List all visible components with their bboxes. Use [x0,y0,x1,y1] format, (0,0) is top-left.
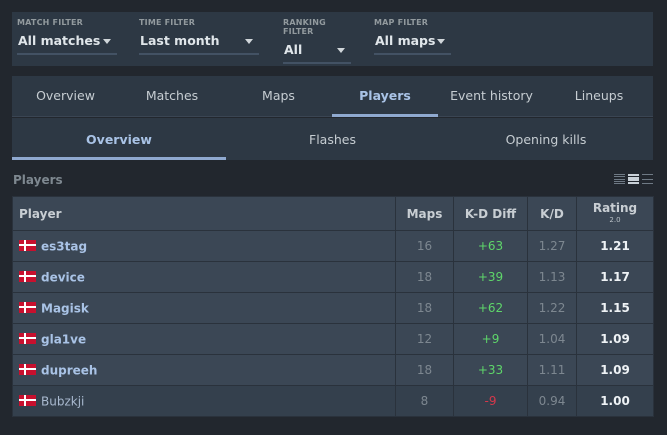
denmark-flag-icon [19,363,36,375]
player-link[interactable]: gla1ve [41,332,86,346]
time-filter-select[interactable]: Last month [139,31,259,55]
players-table: Player Maps K-D Diff K/D Rating 2.0 es3t… [12,196,654,417]
tab-matches[interactable]: Matches [119,76,225,116]
map-filter-label: MAP FILTER [374,18,429,27]
compact-list-icon[interactable] [614,174,625,184]
kd-diff-cell: -9 [453,385,528,417]
maps-cell: 18 [395,354,454,386]
sub-tabs: Overview Flashes Opening kills [12,118,653,160]
table-row: Bubzkji 8 -9 0.94 1.00 [12,385,654,417]
kd-cell: 1.27 [527,230,577,262]
tab-players[interactable]: Players [332,76,438,117]
kd-diff-cell: +63 [453,230,528,262]
match-filter-value: All matches [18,33,101,48]
denmark-flag-icon [19,332,36,344]
player-cell: gla1ve [12,323,396,355]
player-cell: es3tag [12,230,396,262]
rating-cell: 1.09 [576,354,654,386]
time-filter-value: Last month [140,33,220,48]
player-link[interactable]: device [41,270,85,284]
kd-diff-cell: +62 [453,292,528,324]
time-filter-label: TIME FILTER [139,18,196,27]
rating-cell: 1.09 [576,323,654,355]
player-link[interactable]: Magisk [41,301,89,315]
subtab-flashes[interactable]: Flashes [226,118,439,160]
maps-cell: 18 [395,261,454,293]
maps-cell: 12 [395,323,454,355]
header-rating-label: Rating [592,200,638,215]
match-filter-select[interactable]: All matches [17,31,117,55]
maps-cell: 16 [395,230,454,262]
maps-cell: 18 [395,292,454,324]
map-filter-select[interactable]: All maps [374,31,451,55]
player-cell: Bubzkji [12,385,396,417]
main-tabs: Overview Matches Maps Players Event hist… [12,76,653,117]
expanded-list-icon[interactable] [642,174,653,184]
denmark-flag-icon [19,394,36,406]
header-maps[interactable]: Maps [395,196,454,231]
time-filter[interactable]: TIME FILTER Last month [139,18,259,55]
kd-cell: 1.11 [527,354,577,386]
player-cell: device [12,261,396,293]
denmark-flag-icon [19,239,36,251]
player-cell: dupreeh [12,354,396,386]
section-title: Players [13,173,63,187]
player-link[interactable]: es3tag [41,239,87,253]
table-row: gla1ve 12 +9 1.04 1.09 [12,323,654,355]
rating-cell: 1.21 [576,230,654,262]
list-icon[interactable] [628,174,639,184]
kd-diff-cell: +39 [453,261,528,293]
view-toggle [614,174,653,184]
chevron-down-icon [337,48,345,53]
player-cell: Magisk [12,292,396,324]
tab-lineups[interactable]: Lineups [545,76,653,116]
rating-cell: 1.00 [576,385,654,417]
chevron-down-icon [245,39,253,44]
tab-event-history[interactable]: Event history [438,76,545,116]
ranking-filter-value: All [284,42,303,57]
table-row: Magisk 18 +62 1.22 1.15 [12,292,654,324]
player-link[interactable]: Bubzkji [41,394,84,408]
chevron-down-icon [437,39,445,44]
table-row: device 18 +39 1.13 1.17 [12,261,654,293]
map-filter-value: All maps [375,33,436,48]
header-rating-version: 2.0 [609,215,621,224]
filter-bar: MATCH FILTER All matches TIME FILTER Las… [12,12,653,66]
kd-cell: 1.22 [527,292,577,324]
rating-cell: 1.17 [576,261,654,293]
kd-diff-cell: +33 [453,354,528,386]
table-row: es3tag 16 +63 1.27 1.21 [12,230,654,262]
ranking-filter[interactable]: RANKING FILTER All [283,18,351,64]
map-filter[interactable]: MAP FILTER All maps [374,18,451,55]
table-header: Player Maps K-D Diff K/D Rating 2.0 [12,196,654,231]
rating-cell: 1.15 [576,292,654,324]
match-filter[interactable]: MATCH FILTER All matches [17,18,117,55]
match-filter-label: MATCH FILTER [17,18,84,27]
ranking-filter-select[interactable]: All [283,40,351,64]
header-kd-diff[interactable]: K-D Diff [453,196,528,231]
subtab-opening-kills[interactable]: Opening kills [439,118,653,160]
kd-cell: 1.13 [527,261,577,293]
tab-overview[interactable]: Overview [12,76,119,116]
denmark-flag-icon [19,301,36,313]
maps-cell: 8 [395,385,454,417]
tab-maps[interactable]: Maps [225,76,332,116]
kd-cell: 1.04 [527,323,577,355]
kd-cell: 0.94 [527,385,577,417]
denmark-flag-icon [19,270,36,282]
player-link[interactable]: dupreeh [41,363,97,377]
header-player[interactable]: Player [12,196,396,231]
kd-diff-cell: +9 [453,323,528,355]
header-rating[interactable]: Rating 2.0 [576,196,654,231]
table-row: dupreeh 18 +33 1.11 1.09 [12,354,654,386]
subtab-overview[interactable]: Overview [12,118,226,160]
header-kd[interactable]: K/D [527,196,577,231]
ranking-filter-label: RANKING FILTER [283,18,326,36]
chevron-down-icon [103,39,111,44]
